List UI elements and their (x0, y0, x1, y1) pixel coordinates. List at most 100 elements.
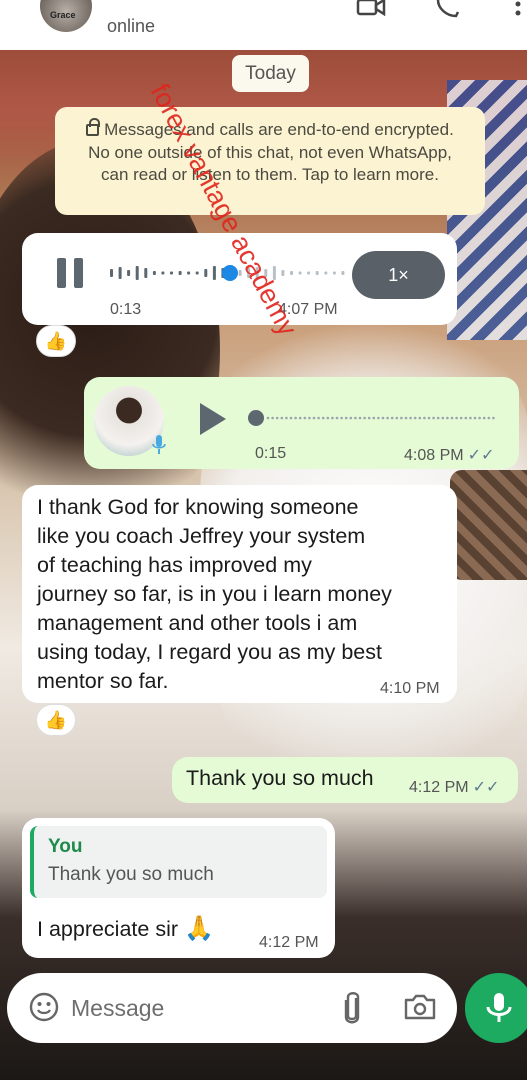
waveform-bar (255, 267, 259, 279)
waveform-dot (312, 416, 316, 420)
read-ticks-icon: ✓✓ (467, 447, 495, 464)
lock-icon (86, 118, 101, 136)
message-time-status: 4:08 PM ✓✓ (404, 445, 494, 465)
waveform-dot (409, 416, 412, 420)
emoji-icon[interactable] (29, 992, 59, 1022)
waveform-bar (307, 271, 311, 275)
waveform-bar (144, 268, 148, 278)
waveform-dot (349, 416, 353, 420)
waveform-dot (427, 416, 431, 420)
waveform-dot (340, 416, 343, 420)
waveform-bar (178, 271, 182, 275)
waveform-bar (264, 269, 268, 277)
waveform-dot (446, 416, 449, 420)
waveform-bar (332, 271, 336, 275)
waveform-dot (335, 416, 339, 420)
waveform-dot (464, 416, 468, 420)
chat-header: Grace online (0, 0, 527, 50)
waveform-dot (363, 416, 366, 420)
reaction-thumbs-up[interactable]: 👍 (36, 325, 76, 357)
waveform-dot (413, 416, 417, 420)
waveform-bar (324, 271, 328, 275)
waveform-dot (285, 416, 288, 420)
waveform-dot (271, 416, 274, 420)
avatar-label: Grace (50, 10, 76, 20)
camera-icon[interactable] (403, 993, 437, 1021)
playback-speed-button[interactable]: 1× (352, 251, 445, 299)
waveform-bar (204, 269, 208, 277)
waveform-dot (390, 416, 394, 420)
outgoing-text-message[interactable]: Thank you so much 4:12 PM ✓✓ (172, 757, 518, 803)
message-input[interactable] (71, 987, 331, 1029)
waveform-dot (418, 416, 422, 420)
incoming-voice-message[interactable]: 1× 0:13 4:07 PM (22, 233, 457, 325)
attach-icon[interactable] (341, 990, 363, 1026)
waveform-dot (478, 416, 481, 420)
waveform-dot (358, 416, 362, 420)
message-time: 4:12 PM (409, 779, 469, 796)
waveform-bar (152, 271, 156, 275)
waveform-bar (118, 267, 122, 279)
waveform-dot (294, 416, 297, 420)
waveform-dot (487, 416, 491, 420)
waveform-bar (135, 266, 139, 280)
pause-icon[interactable] (57, 258, 85, 288)
waveform-dot (492, 416, 495, 420)
waveform-dot (436, 416, 440, 420)
waveform-bar (298, 271, 302, 275)
waveform-bar (247, 268, 251, 278)
waveform-bar (212, 266, 216, 280)
waveform-dot (266, 416, 270, 420)
quoted-message[interactable]: You Thank you so much (30, 826, 327, 898)
waveform-dot (326, 416, 330, 420)
reaction-thumbs-up[interactable]: 👍 (36, 704, 76, 736)
message-time: 4:07 PM (278, 301, 338, 318)
waveform-dot (308, 416, 311, 420)
waveform-dot (289, 416, 293, 420)
message-time: 4:08 PM (404, 447, 464, 464)
contact-avatar[interactable]: Grace (40, 0, 92, 32)
waveform-bar (127, 270, 131, 276)
waveform-bar (187, 271, 191, 275)
waveform-dot (432, 416, 435, 420)
incoming-reply-message[interactable]: You Thank you so much I appreciate sir 🙏 … (22, 818, 335, 958)
waveform-bar (170, 271, 173, 275)
voice-waveform[interactable] (246, 410, 501, 426)
waveform-bar (272, 266, 276, 280)
mic-icon (152, 435, 166, 454)
waveform-dot (423, 416, 426, 420)
quote-author: You (48, 836, 83, 857)
waveform-bar (315, 271, 319, 275)
waveform-dot (459, 416, 463, 420)
quote-text: Thank you so much (48, 864, 214, 885)
waveform-bar (238, 270, 242, 276)
waveform-dot (482, 416, 486, 420)
read-ticks-icon: ✓✓ (472, 779, 500, 796)
waveform-bar (290, 271, 293, 275)
waveform-dot (386, 416, 389, 420)
outgoing-voice-message[interactable]: 0:15 4:08 PM ✓✓ (84, 377, 519, 469)
play-icon[interactable] (200, 403, 226, 435)
more-options-icon[interactable] (503, 0, 527, 18)
waveform-dot (381, 416, 385, 420)
contact-status: online (107, 16, 156, 36)
message-text: I appreciate sir 🙏 (37, 915, 214, 942)
voice-waveform[interactable] (110, 263, 350, 283)
waveform-dot (372, 416, 376, 420)
waveform-dot (395, 416, 399, 420)
phone-call-icon[interactable] (434, 0, 464, 18)
waveform-dot (473, 416, 477, 420)
waveform-bar (161, 271, 165, 275)
date-divider: Today (232, 55, 309, 92)
voice-record-button[interactable] (465, 973, 527, 1043)
voice-duration: 0:15 (255, 445, 287, 462)
video-call-icon[interactable] (356, 0, 386, 18)
message-composer (7, 973, 457, 1043)
waveform-dot (275, 416, 279, 420)
waveform-bar (341, 271, 345, 275)
waveform-dot (344, 416, 348, 420)
encryption-notice[interactable]: Messages and calls are end-to-end encryp… (55, 107, 485, 215)
incoming-text-message[interactable]: I thank God for knowing someone like you… (22, 485, 457, 703)
waveform-dot (298, 416, 302, 420)
waveform-dot (377, 416, 380, 420)
